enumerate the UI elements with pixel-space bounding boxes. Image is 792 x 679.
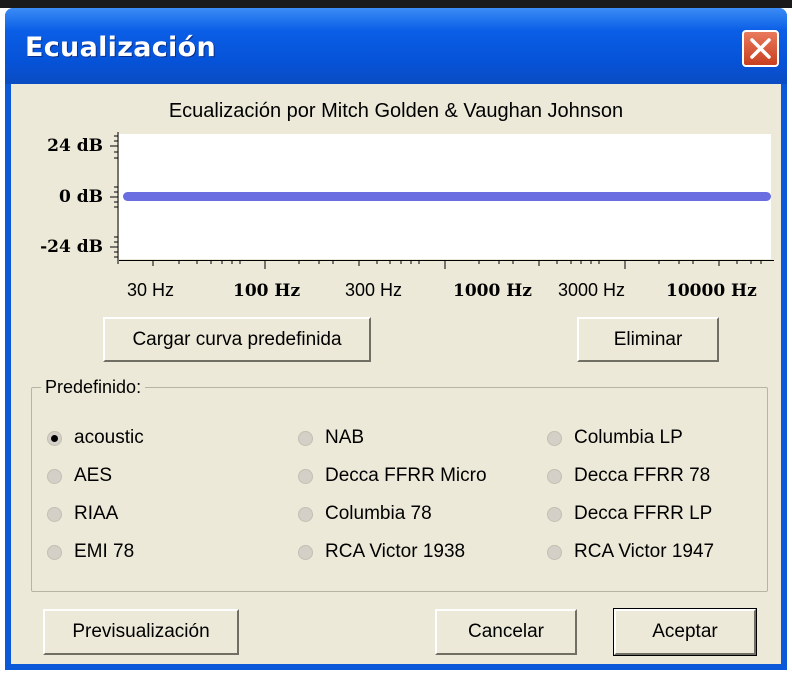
radio-icon (547, 430, 562, 446)
preset-label: Decca FFRR 78 (574, 465, 711, 486)
radio-icon (47, 544, 62, 560)
presets-legend: Predefinido: (41, 377, 146, 398)
preset-radio-nab[interactable]: NAB (298, 427, 364, 449)
preset-label: RIAA (74, 503, 119, 524)
preset-label: acoustic (74, 427, 144, 448)
preset-label: Decca FFRR LP (574, 503, 713, 524)
radio-icon (298, 430, 313, 446)
preset-radio-rca-victor-1947[interactable]: RCA Victor 1947 (547, 541, 714, 563)
background-strip (0, 0, 792, 8)
preset-label: RCA Victor 1938 (325, 541, 466, 562)
preview-button[interactable]: Previsualización (43, 609, 239, 655)
y-label-top: 24 dB (47, 136, 103, 156)
x-axis (119, 260, 774, 269)
preset-radio-riaa[interactable]: RIAA (47, 503, 118, 525)
radio-icon (298, 544, 313, 560)
preset-radio-decca-ffrr-micro[interactable]: Decca FFRR Micro (298, 465, 487, 487)
x-label-10000: 10000 Hz (666, 281, 757, 301)
radio-icon (47, 468, 62, 484)
preset-label: Columbia 78 (325, 503, 432, 524)
preset-label: Columbia LP (574, 427, 683, 448)
preset-label: EMI 78 (74, 541, 135, 562)
equalization-dialog: Ecualización Ecualización por Mitch Gold… (5, 8, 787, 670)
x-label-100: 100 Hz (233, 281, 301, 301)
y-label-middle: 0 dB (58, 187, 103, 207)
radio-icon (547, 544, 562, 560)
preset-radio-columbia-78[interactable]: Columbia 78 (298, 503, 432, 525)
preset-radio-aes[interactable]: AES (47, 465, 112, 487)
y-label-bottom: -24 dB (40, 237, 103, 257)
preset-label: Decca FFRR Micro (325, 465, 487, 486)
title-bar[interactable]: Ecualización (5, 8, 787, 84)
cancel-button[interactable]: Cancelar (435, 609, 577, 655)
close-button[interactable] (742, 30, 779, 67)
preset-label: RCA Victor 1947 (574, 541, 715, 562)
accept-button[interactable]: Aceptar (613, 608, 757, 656)
preset-radio-rca-victor-1938[interactable]: RCA Victor 1938 (298, 541, 465, 563)
radio-selected-icon (47, 430, 62, 446)
eq-curve-line[interactable] (123, 192, 771, 201)
dialog-subtitle: Ecualización por Mitch Golden & Vaughan … (168, 100, 624, 122)
preset-radio-decca-ffrr-lp[interactable]: Decca FFRR LP (547, 503, 712, 525)
x-label-1000: 1000 Hz (453, 281, 532, 301)
x-label-300: 300 Hz (345, 280, 403, 300)
preset-radio-emi-78[interactable]: EMI 78 (47, 541, 134, 563)
delete-button[interactable]: Eliminar (577, 317, 719, 362)
load-preset-curve-button[interactable]: Cargar curva predefinida (103, 317, 371, 362)
x-label-30: 30 Hz (127, 280, 175, 300)
window-title: Ecualización (25, 32, 216, 63)
radio-icon (47, 506, 62, 522)
radio-icon (547, 506, 562, 522)
y-axis (110, 132, 119, 264)
preset-radio-acoustic[interactable]: acoustic (47, 427, 144, 449)
close-icon (750, 38, 771, 59)
radio-icon (298, 506, 313, 522)
preset-radio-decca-ffrr-78[interactable]: Decca FFRR 78 (547, 465, 710, 487)
radio-icon (298, 468, 313, 484)
dialog-body: Ecualización por Mitch Golden & Vaughan … (11, 84, 781, 664)
preset-radio-columbia-lp[interactable]: Columbia LP (547, 427, 683, 449)
x-label-3000: 3000 Hz (558, 280, 626, 300)
preset-label: NAB (325, 427, 365, 448)
radio-icon (547, 468, 562, 484)
preset-label: AES (74, 465, 113, 486)
